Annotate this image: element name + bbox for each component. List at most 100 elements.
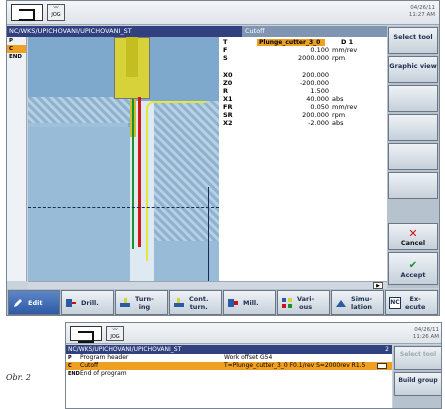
accept-check-icon: ✔	[408, 260, 418, 271]
param-unit: rpm	[332, 111, 346, 119]
param-label: Z0	[223, 79, 233, 87]
row-icon: P	[68, 355, 72, 361]
program-path: NC/WKS/UPICHOVANI/UPICHOVANI_ST	[7, 26, 242, 37]
softkey-empty-4[interactable]	[388, 114, 438, 141]
param-label: S	[223, 54, 228, 62]
machine-area-button[interactable]	[11, 4, 43, 21]
step-cutoff[interactable]: C	[7, 45, 26, 53]
various-button[interactable]: Vari-ous	[277, 290, 330, 315]
step-end[interactable]: END	[7, 53, 26, 61]
param-value[interactable]: 40.000	[306, 95, 329, 103]
simulation-button[interactable]: Simu-lation	[331, 290, 384, 315]
param-value[interactable]: 200.000	[302, 71, 329, 79]
row-name: Cutoff	[80, 362, 99, 369]
param-row-X1: X1 40.000 abs	[219, 95, 387, 103]
simulation-label-2: lation	[351, 303, 373, 311]
accept-label: Accept	[400, 271, 426, 279]
contour-turning-icon	[174, 298, 184, 307]
top-bar: 〰 JOG 04/26/11 11:27 AM	[7, 1, 439, 25]
graphic-view-button[interactable]: Graphic view	[388, 56, 438, 83]
param-label: FR	[223, 103, 233, 111]
param-row-Z0: Z0 -200.000	[219, 79, 387, 87]
various-label-1: Vari-	[297, 295, 315, 303]
datetime: 04/26/11 11:27 AM	[409, 5, 435, 19]
param-label: X0	[223, 71, 233, 79]
tool-name-field[interactable]: Plunge_cutter_3_0	[257, 39, 325, 46]
param-row-FR: FR 0.050 mm/rev	[219, 103, 387, 111]
date-text-2: 04/26/11	[414, 327, 439, 333]
param-unit[interactable]: abs	[332, 95, 344, 103]
tool-path-green	[132, 99, 134, 249]
select-tool-button[interactable]: Select tool	[388, 27, 438, 54]
turning-label: Turn-ing	[135, 295, 154, 311]
execute-button[interactable]: NC Ex-ecute	[385, 290, 438, 315]
turning-button[interactable]: Turn-ing	[115, 290, 168, 315]
program-row-end[interactable]: END End of program	[66, 370, 392, 378]
softkey-empty-5[interactable]	[388, 143, 438, 170]
drill-label: Drill.	[81, 299, 99, 307]
param-value[interactable]: -2.000	[308, 119, 329, 127]
row-name: Program header	[80, 354, 129, 361]
step-program-header[interactable]: P	[7, 37, 26, 45]
tool-path-red	[138, 97, 141, 247]
turning-label-2: ing	[138, 303, 151, 311]
turning-icon	[120, 298, 130, 307]
param-value[interactable]: 0.100	[310, 46, 329, 54]
cancel-button[interactable]: ✕ Cancel	[388, 223, 438, 250]
param-row-S: S 2000.000 rpm	[219, 54, 387, 62]
drill-button[interactable]: Drill.	[61, 290, 114, 315]
date-text: 04/26/11	[410, 5, 435, 11]
nc-badge: NC	[389, 297, 401, 309]
param-label: X2	[223, 119, 233, 127]
milling-button[interactable]: Mill.	[223, 290, 276, 315]
param-value[interactable]: 1.500	[310, 87, 329, 95]
softkey-empty-3[interactable]	[388, 85, 438, 112]
various-icon	[282, 298, 292, 308]
execute-label-1: Ex-	[409, 295, 421, 303]
select-tool-button-2[interactable]: Select tool	[394, 346, 441, 370]
contour-turning-button[interactable]: Cont. turn.	[169, 290, 222, 315]
machine-area-button-2[interactable]	[70, 326, 102, 343]
program-path-text: NC/WKS/UPICHOVANI/UPICHOVANI_ST	[68, 346, 182, 353]
scroll-right-icon[interactable]: ▶	[373, 282, 383, 289]
horizontal-softkeys: Edit Drill. Turn-ing Cont. turn. Mill. Va…	[7, 289, 439, 315]
expand-icon[interactable]	[377, 363, 387, 369]
build-group-button[interactable]: Build group	[394, 372, 441, 396]
softkey-empty-6[interactable]	[388, 172, 438, 199]
simulation-label-1: Simu-	[351, 295, 373, 303]
param-unit: mm/rev	[332, 46, 358, 54]
part-contour	[146, 101, 206, 261]
program-row-cutoff[interactable]: C Cutoff T=Plunge_cutter_3_0 F0.1/rev S=…	[66, 362, 392, 370]
program-row-header[interactable]: P Program header Work offset G54	[66, 354, 392, 362]
various-label: Vari-ous	[297, 295, 314, 311]
turning-label-1: Turn-	[135, 295, 154, 303]
tool-d-number[interactable]: D 1	[341, 38, 353, 46]
param-row-X0: X0 200.000	[219, 71, 387, 79]
param-unit[interactable]: abs	[332, 119, 344, 127]
row-desc: Work offset G54	[224, 354, 273, 361]
param-value[interactable]: 0.050	[310, 103, 329, 111]
cutoff-help-graphic	[28, 37, 219, 281]
simulation-icon	[336, 300, 346, 307]
param-label: T	[223, 38, 228, 46]
param-label: F	[223, 46, 228, 54]
param-label: R	[223, 87, 229, 95]
param-value[interactable]: -200.000	[300, 79, 329, 87]
mill-icon	[228, 299, 238, 307]
edit-button[interactable]: Edit	[8, 290, 60, 315]
mill-label: Mill.	[243, 299, 259, 307]
row-icon: END	[68, 371, 80, 377]
vertical-softkeys: Select tool Graphic view ✕ Cancel ✔ Acce…	[387, 26, 439, 288]
parameter-form: T Plunge_cutter_3_0 D 1 F 0.100 mm/rev S…	[219, 37, 387, 281]
various-label-2: ous	[299, 303, 313, 311]
jog-mode-icon-2: 〰 JOG	[106, 326, 124, 341]
param-label: X1	[223, 95, 233, 103]
row-desc: T=Plunge_cutter_3_0 F0.1/rev S=2000rev R…	[224, 362, 366, 369]
param-value[interactable]: 2000.000	[298, 54, 329, 62]
line-number: 2	[385, 346, 389, 353]
param-value[interactable]: 200.000	[302, 111, 329, 119]
edit-pencil-icon	[14, 299, 22, 307]
accept-button[interactable]: ✔ Accept	[388, 252, 438, 285]
drill-icon	[66, 299, 76, 307]
param-unit: mm/rev	[332, 103, 358, 111]
